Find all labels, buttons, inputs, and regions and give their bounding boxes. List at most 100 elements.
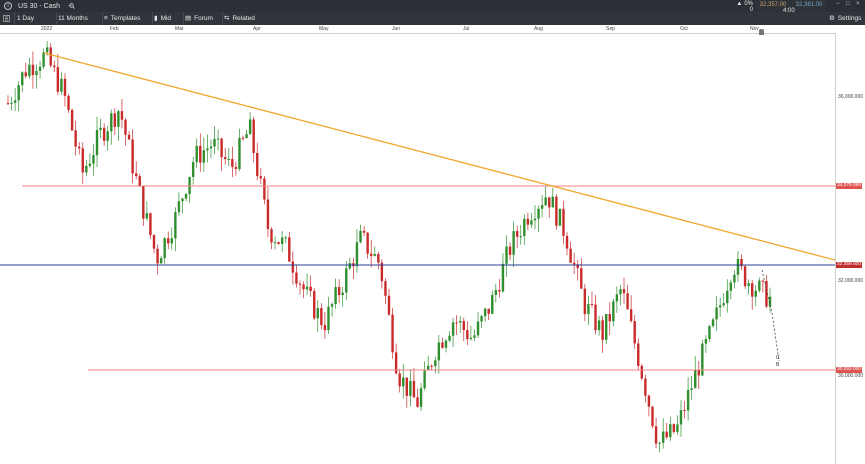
range-button[interactable]: 11 Months	[55, 12, 103, 25]
candle-bearish	[56, 67, 60, 92]
projection-label-c: C	[776, 355, 780, 361]
candle-bullish	[676, 424, 679, 432]
candle-bearish	[78, 146, 81, 149]
candle-bearish	[291, 261, 295, 273]
candle-bullish	[558, 208, 562, 226]
candle-bearish	[405, 377, 409, 396]
candle-bearish	[683, 410, 686, 412]
candle-bullish	[434, 360, 437, 367]
candle-bullish	[658, 442, 661, 444]
candle-bearish	[124, 119, 127, 135]
candle-bullish	[505, 246, 508, 264]
templates-button[interactable]: ≡ Templates	[101, 12, 153, 25]
candle-bearish	[416, 397, 419, 407]
related-button[interactable]: ⇆ Related	[221, 12, 265, 25]
projection-line	[761, 269, 780, 362]
candle-bullish	[718, 305, 722, 308]
timeframe-button[interactable]: 1 Day	[14, 12, 57, 25]
mid-button[interactable]: ▮ Mid	[151, 12, 184, 25]
candle-bullish	[694, 369, 697, 389]
candle-bearish	[622, 289, 626, 294]
candle-bullish	[551, 196, 554, 208]
candle-bearish	[277, 242, 280, 244]
candle-bearish	[270, 229, 273, 243]
time-label: 2022	[41, 26, 53, 32]
candle-bearish	[67, 95, 70, 110]
candle-bullish	[60, 78, 63, 92]
candle-bearish	[462, 321, 465, 331]
candle-bullish	[540, 205, 544, 209]
candle-bullish	[106, 131, 109, 141]
candle-bullish	[451, 322, 455, 336]
candle-bullish	[419, 388, 423, 407]
candle-bearish	[565, 235, 569, 249]
candle-bearish	[572, 262, 576, 265]
chart-menu-button[interactable]	[0, 12, 15, 25]
candle-bullish	[708, 326, 711, 339]
timeframe-label: 1 Day	[17, 15, 34, 22]
candle-bearish	[199, 145, 202, 163]
candle-bullish	[409, 380, 412, 396]
candle-bullish	[690, 388, 693, 390]
candle-bullish	[170, 238, 173, 244]
candle-bullish	[437, 342, 441, 361]
candle-bearish	[63, 78, 67, 96]
settings-button[interactable]: ⚙ Settings	[826, 12, 865, 25]
candle-bullish	[359, 230, 362, 243]
candle-bearish	[320, 308, 323, 326]
candle-bullish	[519, 236, 522, 238]
candle-bearish	[167, 238, 170, 244]
candle-bearish	[391, 314, 394, 353]
candle-bearish	[640, 365, 644, 379]
candle-bullish	[348, 263, 352, 269]
forum-button[interactable]: ▤ Forum	[182, 12, 223, 25]
price-axis: 36,000.000 32,000.000 30,000.000	[835, 33, 865, 464]
candle-bullish	[216, 138, 220, 140]
candle-bullish	[99, 127, 102, 130]
time-label: Feb	[110, 26, 119, 32]
close-icon[interactable]: ×	[856, 1, 860, 7]
candle-bullish	[619, 289, 622, 295]
candle-bullish	[209, 146, 213, 149]
candle-bearish	[313, 291, 316, 319]
instrument-tab[interactable]: i US 30 - Cash	[4, 2, 75, 10]
candle-bearish	[113, 113, 117, 127]
candle-bullish	[444, 340, 448, 348]
candle-bearish	[601, 320, 604, 340]
candle-bullish	[612, 301, 615, 322]
candle-bearish	[127, 134, 131, 140]
candle-bullish	[213, 138, 216, 147]
candle-bullish	[605, 313, 608, 340]
candle-bullish	[469, 337, 473, 340]
current-price-label: 32,359.000	[836, 262, 863, 268]
candle-bullish	[587, 304, 590, 315]
candle-bearish	[466, 330, 469, 340]
candle-bearish	[562, 208, 565, 236]
minimize-icon[interactable]: −	[836, 1, 840, 7]
info-icon[interactable]: i	[4, 2, 12, 10]
price-chart[interactable]	[0, 33, 835, 464]
forum-icon: ▤	[185, 15, 192, 22]
candle-bullish	[512, 231, 515, 255]
candle-bullish	[736, 259, 740, 275]
candle-bearish	[637, 343, 640, 366]
candle-bearish	[580, 268, 583, 289]
add-tab-button[interactable]: +	[68, 1, 73, 10]
candle-bearish	[548, 197, 551, 208]
candle-bullish	[715, 307, 718, 320]
candle-bearish	[120, 111, 124, 120]
time-label: Sep	[606, 26, 615, 32]
candle-bearish	[672, 424, 676, 432]
candle-bullish	[758, 280, 761, 291]
candle-bearish	[508, 246, 512, 255]
maximize-icon[interactable]: □	[846, 1, 850, 7]
candle-bearish	[70, 109, 74, 131]
candle-bearish	[149, 213, 152, 236]
candle-bullish	[305, 286, 309, 290]
candle-bullish	[480, 316, 483, 322]
candle-bullish	[711, 319, 715, 327]
candle-bullish	[191, 162, 195, 177]
candle-bullish	[476, 321, 480, 336]
candle-bullish	[10, 102, 13, 104]
candle-bearish	[384, 281, 387, 296]
